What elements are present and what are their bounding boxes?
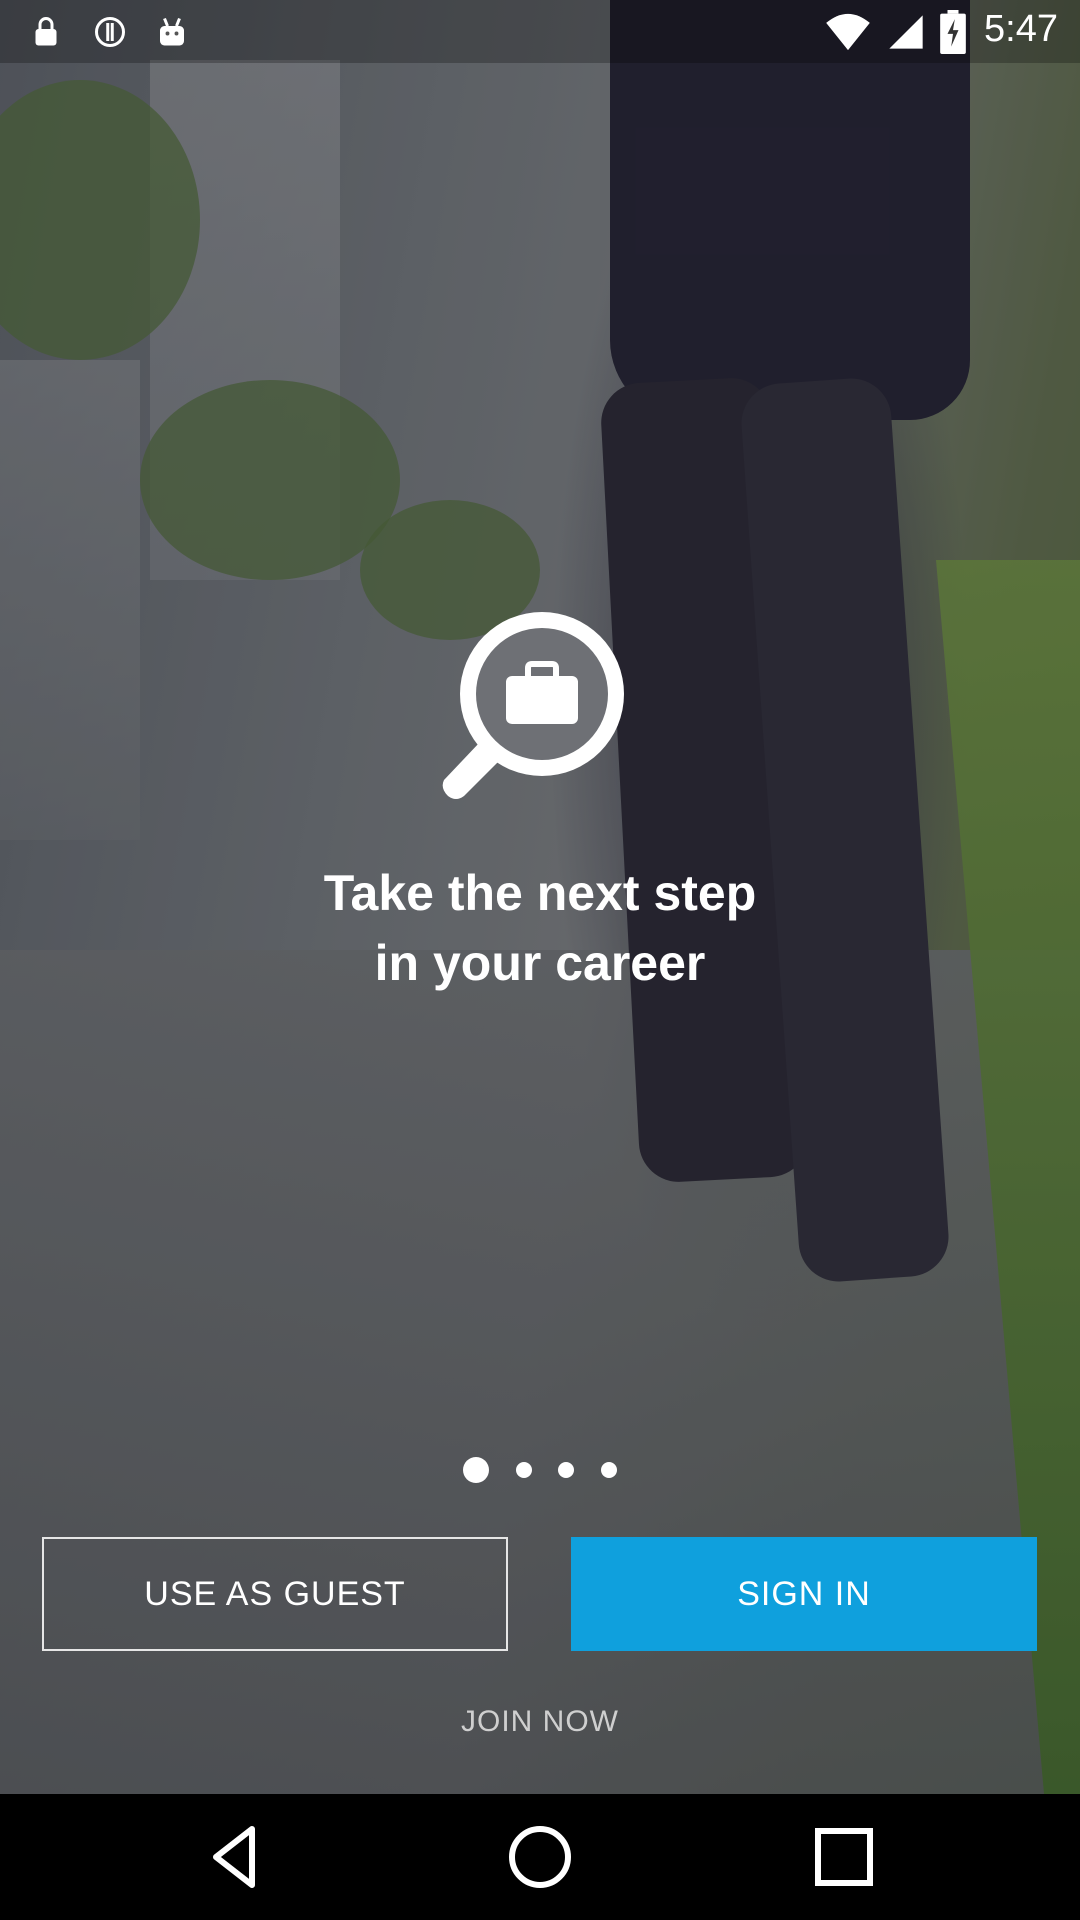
page-dot — [601, 1462, 617, 1478]
lock-icon — [35, 17, 57, 46]
page-dot-active — [463, 1457, 489, 1483]
clock: 5:47 — [984, 8, 1058, 50]
headline-line-2: in your career — [374, 935, 706, 991]
sign-in-button[interactable]: SIGN IN — [571, 1537, 1037, 1651]
status-bar: 5:47 — [0, 0, 1080, 63]
job-search-magnifier-icon — [442, 612, 624, 799]
battery-icon — [940, 10, 966, 54]
onboarding-screen: 5:47 Take the next step in your career U… — [0, 0, 1080, 1794]
page-dot — [558, 1462, 574, 1478]
back-icon[interactable] — [196, 1817, 276, 1897]
join-now-link[interactable]: JOIN NOW — [0, 1705, 1080, 1739]
navigation-bar — [0, 1794, 1080, 1920]
page-dot — [516, 1462, 532, 1478]
home-icon[interactable] — [500, 1817, 580, 1897]
android-icon — [160, 17, 184, 46]
page-indicator — [0, 1455, 1080, 1485]
signal-icon — [889, 15, 923, 49]
headline: Take the next step in your career — [190, 858, 890, 998]
use-as-guest-button[interactable]: USE AS GUEST — [42, 1537, 508, 1651]
recents-icon[interactable] — [804, 1817, 884, 1897]
info-icon — [95, 17, 125, 47]
headline-line-1: Take the next step — [323, 865, 757, 921]
wifi-icon — [826, 13, 870, 51]
